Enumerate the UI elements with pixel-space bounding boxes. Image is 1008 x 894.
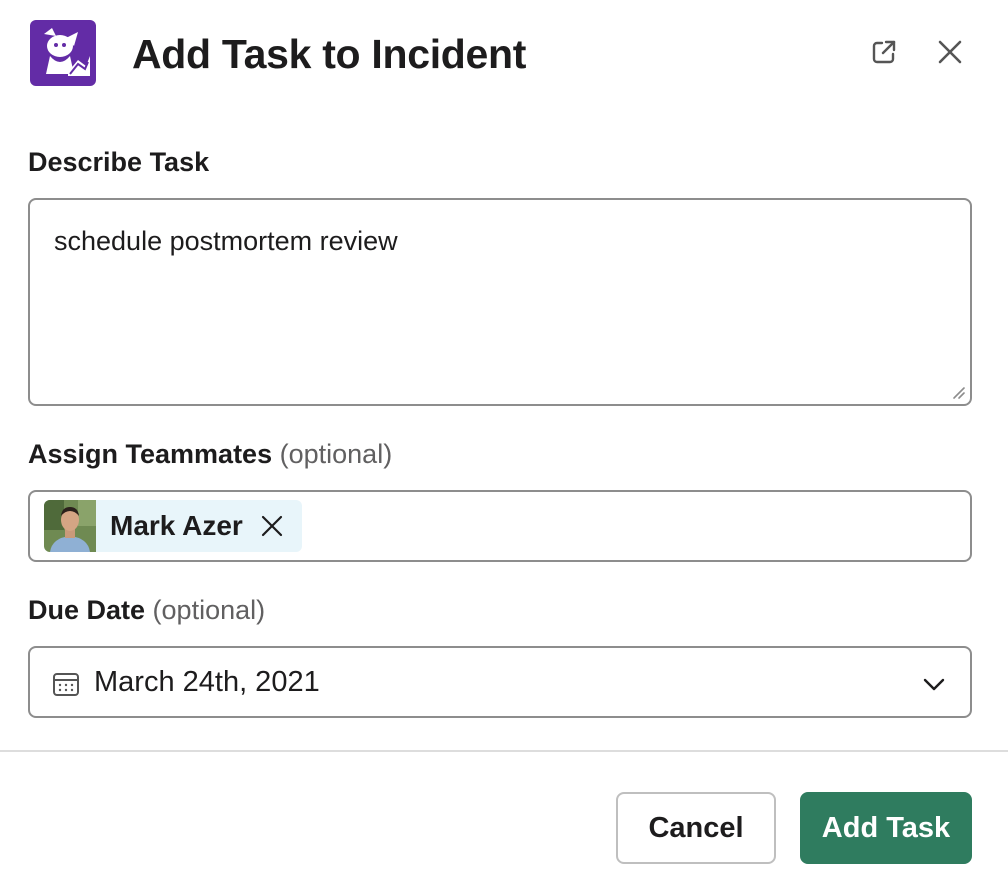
assign-teammates-input[interactable]: Mark Azer <box>28 490 972 562</box>
optional-hint: (optional) <box>279 439 393 469</box>
cancel-button[interactable]: Cancel <box>616 792 776 864</box>
due-date-label-text: Due Date <box>28 595 146 625</box>
assign-teammates-label: Assign Teammates (optional) <box>28 437 392 471</box>
task-description-textarea[interactable]: schedule postmortem review <box>28 198 972 406</box>
task-description-value[interactable]: schedule postmortem review <box>54 224 398 258</box>
assign-teammates-label-text: Assign Teammates <box>28 439 273 469</box>
footer-divider <box>0 750 1008 752</box>
assignee-name: Mark Azer <box>110 510 243 541</box>
datadog-logo <box>30 20 96 86</box>
calendar-icon <box>52 670 80 698</box>
modal-header: Add Task to Incident <box>0 0 1008 110</box>
chevron-down-icon[interactable] <box>920 670 948 698</box>
modal-title: Add Task to Incident <box>132 31 527 77</box>
remove-assignee-icon[interactable] <box>259 513 285 539</box>
due-date-value: March 24th, 2021 <box>94 666 320 698</box>
external-link-icon[interactable] <box>866 34 902 70</box>
describe-task-label-text: Describe Task <box>28 147 210 177</box>
optional-hint: (optional) <box>152 595 266 625</box>
assignee-chip[interactable]: Mark Azer <box>44 500 302 552</box>
describe-task-label: Describe Task <box>28 145 209 179</box>
add-task-button[interactable]: Add Task <box>800 792 972 864</box>
due-date-picker[interactable]: March 24th, 2021 <box>28 646 972 718</box>
avatar <box>44 500 96 552</box>
close-icon[interactable] <box>932 34 968 70</box>
resize-handle-icon[interactable] <box>950 384 966 400</box>
due-date-label: Due Date (optional) <box>28 593 265 627</box>
